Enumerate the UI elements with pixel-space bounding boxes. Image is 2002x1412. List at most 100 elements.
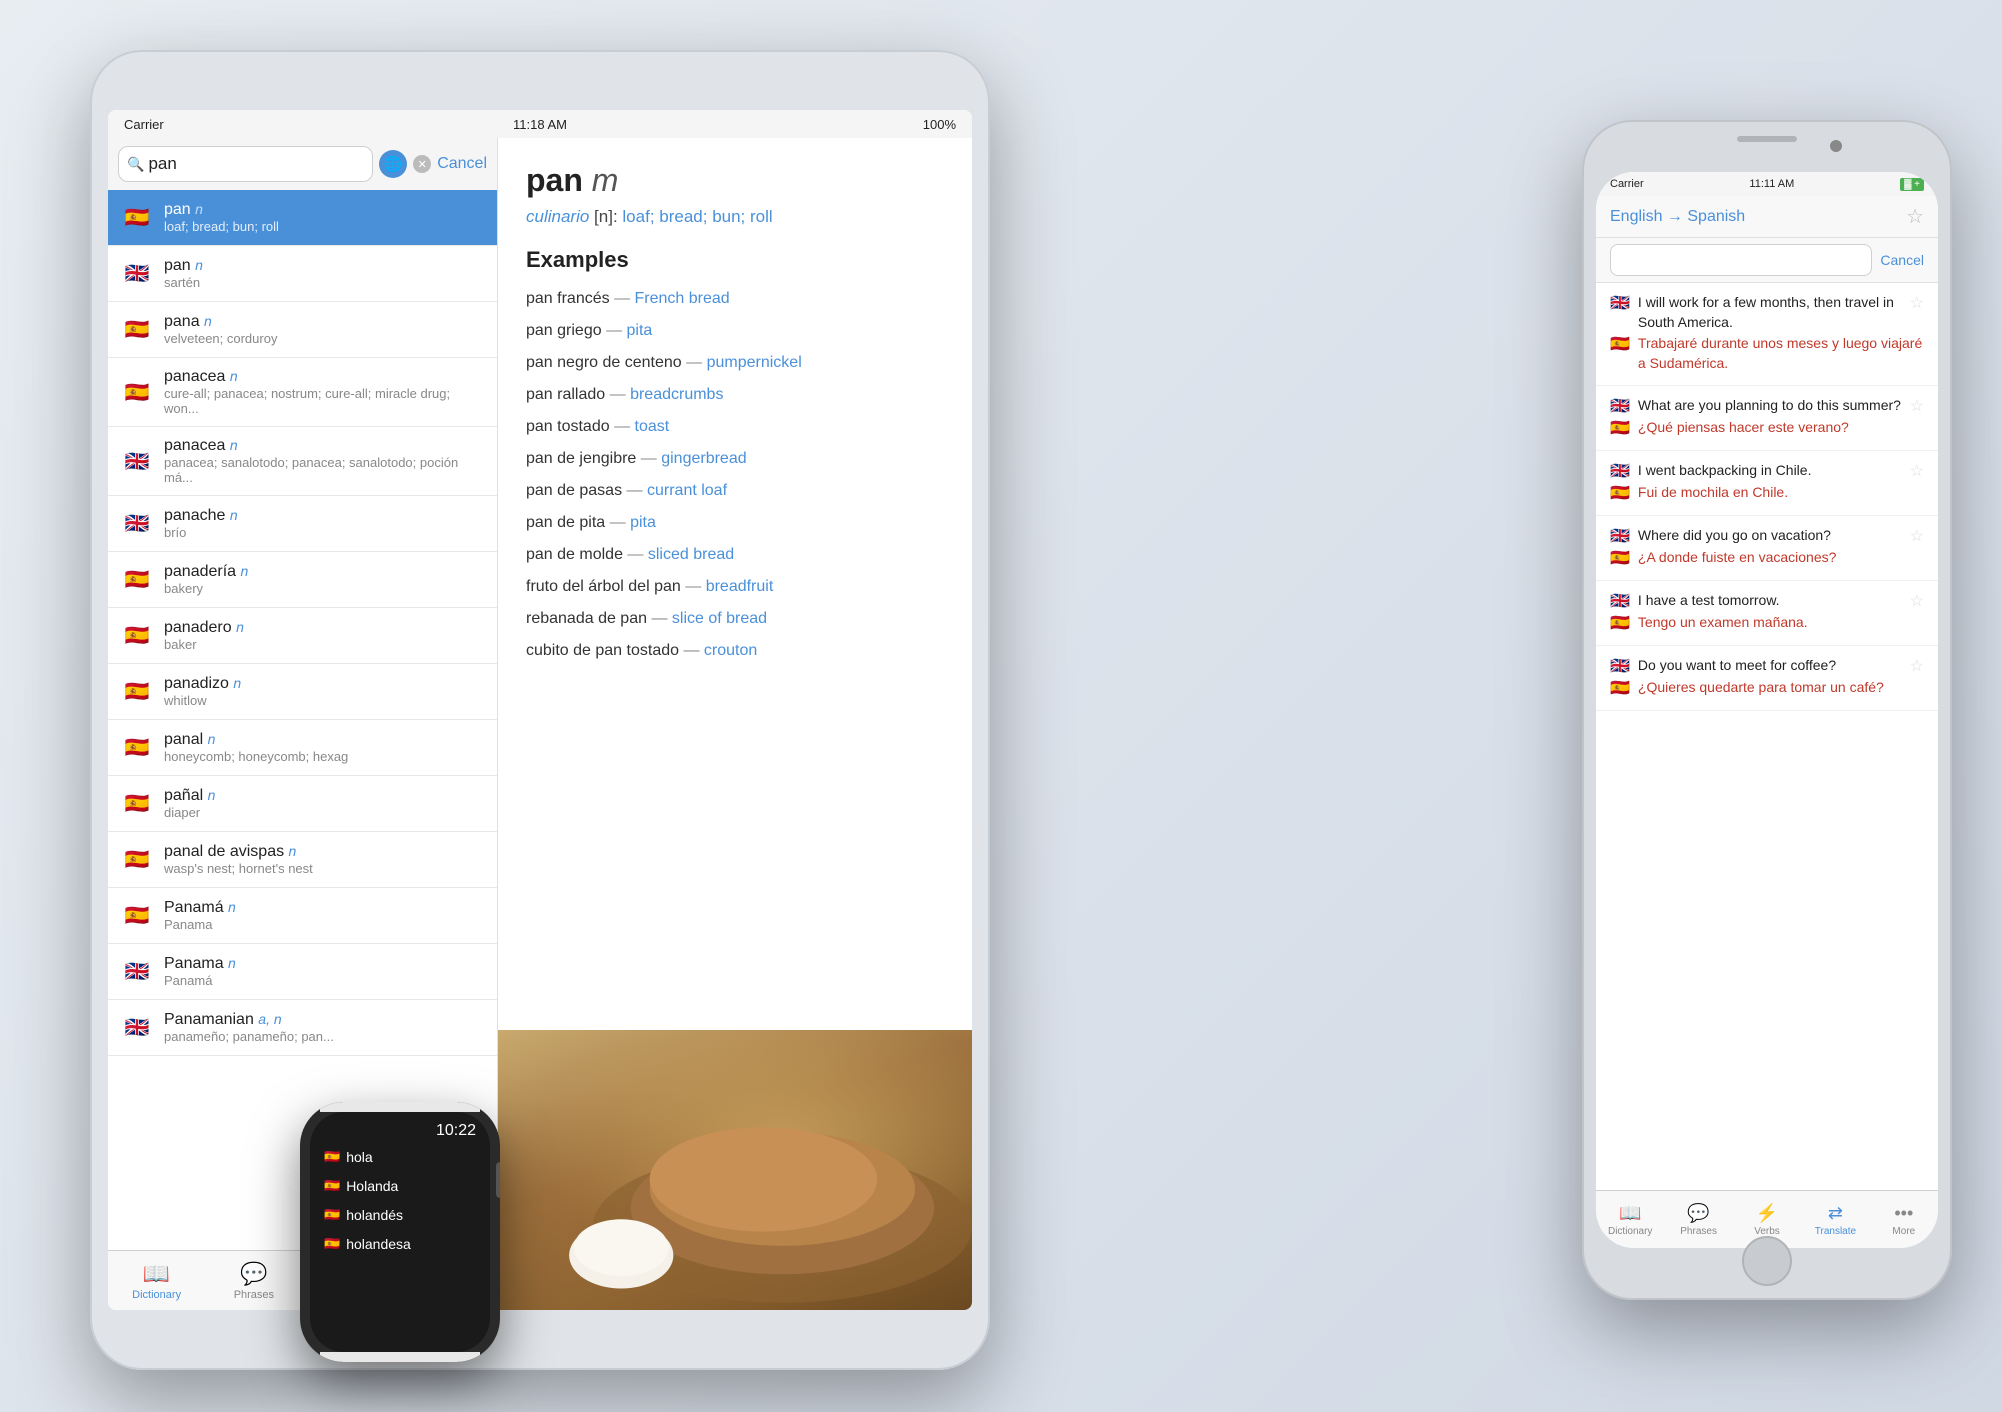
result-def: bakery xyxy=(164,581,248,596)
phrase-star[interactable]: ☆ xyxy=(1910,461,1924,481)
example-en: breadfruit xyxy=(706,578,774,595)
example-en: pumpernickel xyxy=(707,354,802,371)
result-item[interactable]: 🇪🇸 panadero n baker xyxy=(108,608,497,664)
result-item[interactable]: 🇪🇸 panadería n bakery xyxy=(108,552,497,608)
iphone-tab-label: Translate xyxy=(1815,1226,1856,1237)
tab-label: Phrases xyxy=(234,1289,274,1301)
iphone-cancel-button[interactable]: Cancel xyxy=(1880,252,1924,268)
result-word: Panama n xyxy=(164,955,236,973)
result-item[interactable]: 🇬🇧 Panamanian a, n panameño; panameño; p… xyxy=(108,1000,497,1056)
examples-list: pan francés — French breadpan griego — p… xyxy=(526,287,944,663)
result-word: panadizo n xyxy=(164,675,241,693)
example-row: pan tostado — toast xyxy=(526,415,944,439)
example-row: pan rallado — breadcrumbs xyxy=(526,383,944,407)
es-flag: 🇪🇸 xyxy=(1610,613,1630,633)
phrase-star[interactable]: ☆ xyxy=(1910,293,1924,313)
result-item[interactable]: 🇪🇸 pan n loaf; bread; bun; roll xyxy=(108,190,497,246)
result-item[interactable]: 🇬🇧 panacea n panacea; sanalotodo; panace… xyxy=(108,427,497,496)
result-item[interactable]: 🇪🇸 panal n honeycomb; honeycomb; hexag xyxy=(108,720,497,776)
en-flag: 🇬🇧 xyxy=(1610,656,1630,676)
ipad-tab-phrases[interactable]: 💬 Phrases xyxy=(205,1261,302,1301)
example-es: pan de pasas xyxy=(526,482,622,499)
result-item[interactable]: 🇬🇧 pan n sartén xyxy=(108,246,497,302)
example-es: fruto del árbol del pan xyxy=(526,578,681,595)
clear-button[interactable]: ✕ xyxy=(413,155,431,173)
search-input-wrap[interactable]: 🔍 pan xyxy=(118,146,373,182)
example-row: cubito de pan tostado — crouton xyxy=(526,639,944,663)
tab-icon: 💬 xyxy=(240,1261,267,1287)
phrase-star[interactable]: ☆ xyxy=(1910,396,1924,416)
example-en: pita xyxy=(627,322,653,339)
phrase-star[interactable]: ☆ xyxy=(1910,656,1924,676)
result-word: panadero n xyxy=(164,619,244,637)
result-def: cure-all; panacea; nostrum; cure-all; mi… xyxy=(164,386,483,416)
watch-item[interactable]: 🇪🇸holandesa xyxy=(318,1231,482,1257)
flag-icon: 🇬🇧 xyxy=(122,259,152,289)
result-item[interactable]: 🇪🇸 panacea n cure-all; panacea; nostrum;… xyxy=(108,358,497,427)
flag-icon: 🇪🇸 xyxy=(122,621,152,651)
result-def: loaf; bread; bun; roll xyxy=(164,219,279,234)
watch-time: 10:22 xyxy=(318,1122,482,1140)
example-en: crouton xyxy=(704,642,757,659)
example-es: pan de jengibre xyxy=(526,450,636,467)
ipad-device: Carrier 11:18 AM 100% 🔍 pan 🌐 ✕ Cancel xyxy=(90,50,990,1370)
iphone-home-button[interactable] xyxy=(1742,1236,1792,1286)
example-row: pan negro de centeno — pumpernickel xyxy=(526,351,944,375)
globe-button[interactable]: 🌐 xyxy=(379,150,407,178)
example-es: pan de molde xyxy=(526,546,623,563)
watch-flag: 🇪🇸 xyxy=(324,1207,340,1223)
phrase-star[interactable]: ☆ xyxy=(1910,526,1924,546)
example-row: pan de pasas — currant loaf xyxy=(526,479,944,503)
iphone-screen: Carrier 11:11 AM ▓ + English → Spanish ☆… xyxy=(1596,172,1938,1248)
watch-band-top xyxy=(320,1102,480,1112)
watch-items-list: 🇪🇸hola🇪🇸Holanda🇪🇸holandés🇪🇸holandesa xyxy=(318,1144,482,1260)
example-en: sliced bread xyxy=(648,546,734,563)
example-row: pan de pita — pita xyxy=(526,511,944,535)
watch-item[interactable]: 🇪🇸Holanda xyxy=(318,1173,482,1199)
example-en: gingerbread xyxy=(661,450,746,467)
watch-item[interactable]: 🇪🇸holandés xyxy=(318,1202,482,1228)
example-es: pan griego xyxy=(526,322,602,339)
result-def: Panamá xyxy=(164,973,236,988)
en-flag: 🇬🇧 xyxy=(1610,461,1630,481)
iphone-tab-more[interactable]: ••• More xyxy=(1870,1203,1938,1237)
iphone-star-icon[interactable]: ☆ xyxy=(1906,204,1924,229)
iphone-tab-verbs[interactable]: ⚡ Verbs xyxy=(1733,1203,1801,1237)
iphone-tab-phrases[interactable]: 💬 Phrases xyxy=(1664,1203,1732,1237)
apple-watch: 10:22 🇪🇸hola🇪🇸Holanda🇪🇸holandés🇪🇸holande… xyxy=(300,1102,500,1362)
es-flag: 🇪🇸 xyxy=(1610,548,1630,568)
phrase-star[interactable]: ☆ xyxy=(1910,591,1924,611)
phrase-pair: 🇬🇧 I have a test tomorrow. ☆ 🇪🇸 Tengo un… xyxy=(1596,581,1938,646)
phrase-en: I went backpacking in Chile. xyxy=(1638,461,1902,481)
watch-word: holandesa xyxy=(346,1236,411,1252)
phrase-pair: 🇬🇧 Do you want to meet for coffee? ☆ 🇪🇸 … xyxy=(1596,646,1938,711)
result-item[interactable]: 🇪🇸 pañal n diaper xyxy=(108,776,497,832)
iphone-tab-translate[interactable]: ⇄ Translate xyxy=(1801,1203,1869,1237)
result-item[interactable]: 🇪🇸 panal de avispas n wasp's nest; horne… xyxy=(108,832,497,888)
result-word: pañal n xyxy=(164,787,215,805)
result-item[interactable]: 🇪🇸 pana n velveteen; corduroy xyxy=(108,302,497,358)
phrase-es: ¿Quieres quedarte para tomar un café? xyxy=(1638,678,1924,698)
example-es: pan tostado xyxy=(526,418,610,435)
result-item[interactable]: 🇬🇧 panache n brío xyxy=(108,496,497,552)
iphone-tab-dictionary[interactable]: 📖 Dictionary xyxy=(1596,1203,1664,1237)
example-es: pan francés xyxy=(526,290,610,307)
cancel-button[interactable]: Cancel xyxy=(437,155,487,173)
iphone-tab-label: Dictionary xyxy=(1608,1226,1652,1237)
watch-item[interactable]: 🇪🇸hola xyxy=(318,1144,482,1170)
flag-icon: 🇪🇸 xyxy=(122,315,152,345)
result-def: sartén xyxy=(164,275,203,290)
ipad-battery: 100% xyxy=(923,117,956,132)
ipad-tab-dictionary[interactable]: 📖 Dictionary xyxy=(108,1261,205,1301)
iphone-search-input[interactable] xyxy=(1610,244,1872,276)
phrase-en: I will work for a few months, then trave… xyxy=(1638,293,1902,332)
result-item[interactable]: 🇪🇸 Panamá n Panama xyxy=(108,888,497,944)
result-def: brío xyxy=(164,525,238,540)
result-item[interactable]: 🇪🇸 panadizo n whitlow xyxy=(108,664,497,720)
example-en: French bread xyxy=(635,290,730,307)
result-item[interactable]: 🇬🇧 Panama n Panamá xyxy=(108,944,497,1000)
example-en: currant loaf xyxy=(647,482,727,499)
phrase-en: Where did you go on vacation? xyxy=(1638,526,1902,546)
result-word: panacea n xyxy=(164,368,483,386)
tab-icon: 📖 xyxy=(143,1261,170,1287)
